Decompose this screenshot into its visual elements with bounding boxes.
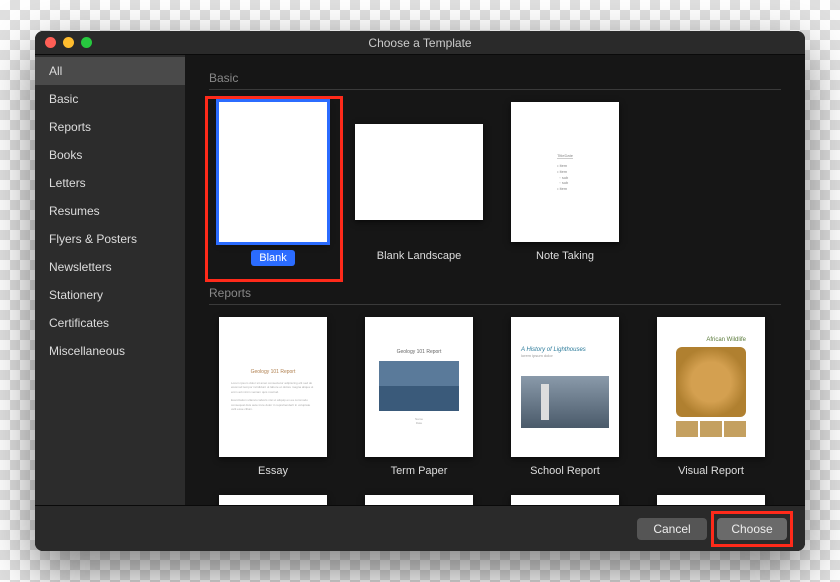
- window-controls: [35, 37, 92, 48]
- sidebar-item-resumes[interactable]: Resumes: [35, 197, 185, 225]
- template-thumbnail: Geology 101 Report Lorem ipsum dolor sit…: [219, 317, 327, 457]
- template-label: Essay: [258, 465, 288, 477]
- sidebar-item-newsletters[interactable]: Newsletters: [35, 253, 185, 281]
- minimize-icon[interactable]: [63, 37, 74, 48]
- section-title-reports: Reports: [209, 280, 781, 304]
- sidebar-item-books[interactable]: Books: [35, 141, 185, 169]
- template-blank-landscape[interactable]: Blank Landscape: [355, 102, 483, 266]
- template-label: Blank: [251, 250, 295, 266]
- sidebar: All Basic Reports Books Letters Resumes …: [35, 55, 185, 551]
- sidebar-item-flyers-posters[interactable]: Flyers & Posters: [35, 225, 185, 253]
- template-school-report[interactable]: A History of Lighthouses lorem ipsum dol…: [501, 317, 629, 477]
- template-thumbnail: Geology 101 Report NameDate: [365, 317, 473, 457]
- template-term-paper[interactable]: Geology 101 Report NameDate Term Paper: [355, 317, 483, 477]
- choose-button[interactable]: Choose: [717, 518, 787, 540]
- template-thumbnail: [219, 102, 327, 242]
- sidebar-item-reports[interactable]: Reports: [35, 113, 185, 141]
- titlebar: Choose a Template: [35, 31, 805, 55]
- template-chooser-window: Choose a Template All Basic Reports Book…: [35, 31, 805, 551]
- body: All Basic Reports Books Letters Resumes …: [35, 55, 805, 551]
- zoom-icon[interactable]: [81, 37, 92, 48]
- sidebar-item-basic[interactable]: Basic: [35, 85, 185, 113]
- template-essay[interactable]: Geology 101 Report Lorem ipsum dolor sit…: [209, 317, 337, 477]
- window-title: Choose a Template: [35, 36, 805, 50]
- template-note-taking[interactable]: TitleDate • item• item ◦ sub ◦ sub• item…: [501, 102, 629, 266]
- template-label: School Report: [530, 465, 600, 477]
- grid-reports: Geology 101 Report Lorem ipsum dolor sit…: [209, 317, 781, 477]
- section-title-basic: Basic: [209, 65, 781, 89]
- template-label: Visual Report: [678, 465, 744, 477]
- template-grid-area: Basic Blank Blank Landscape TitleDate: [185, 55, 805, 551]
- grid-basic: Blank Blank Landscape TitleDate • item• …: [209, 102, 781, 266]
- sidebar-item-miscellaneous[interactable]: Miscellaneous: [35, 337, 185, 365]
- cancel-button[interactable]: Cancel: [637, 518, 707, 540]
- template-thumbnail: African Wildlife: [657, 317, 765, 457]
- template-thumbnail: [355, 124, 483, 220]
- template-thumbnail: A History of Lighthouses lorem ipsum dol…: [511, 317, 619, 457]
- sidebar-item-certificates[interactable]: Certificates: [35, 309, 185, 337]
- sidebar-item-stationery[interactable]: Stationery: [35, 281, 185, 309]
- divider: [209, 304, 781, 305]
- template-label: Blank Landscape: [377, 250, 461, 262]
- sidebar-item-all[interactable]: All: [35, 57, 185, 85]
- template-thumbnail: TitleDate • item• item ◦ sub ◦ sub• item: [511, 102, 619, 242]
- template-visual-report[interactable]: African Wildlife Visual Report: [647, 317, 775, 477]
- template-label: Term Paper: [391, 465, 448, 477]
- template-label: Note Taking: [536, 250, 594, 262]
- template-blank[interactable]: Blank: [209, 102, 337, 266]
- sidebar-item-letters[interactable]: Letters: [35, 169, 185, 197]
- close-icon[interactable]: [45, 37, 56, 48]
- footer: Cancel Choose: [35, 505, 805, 551]
- divider: [209, 89, 781, 90]
